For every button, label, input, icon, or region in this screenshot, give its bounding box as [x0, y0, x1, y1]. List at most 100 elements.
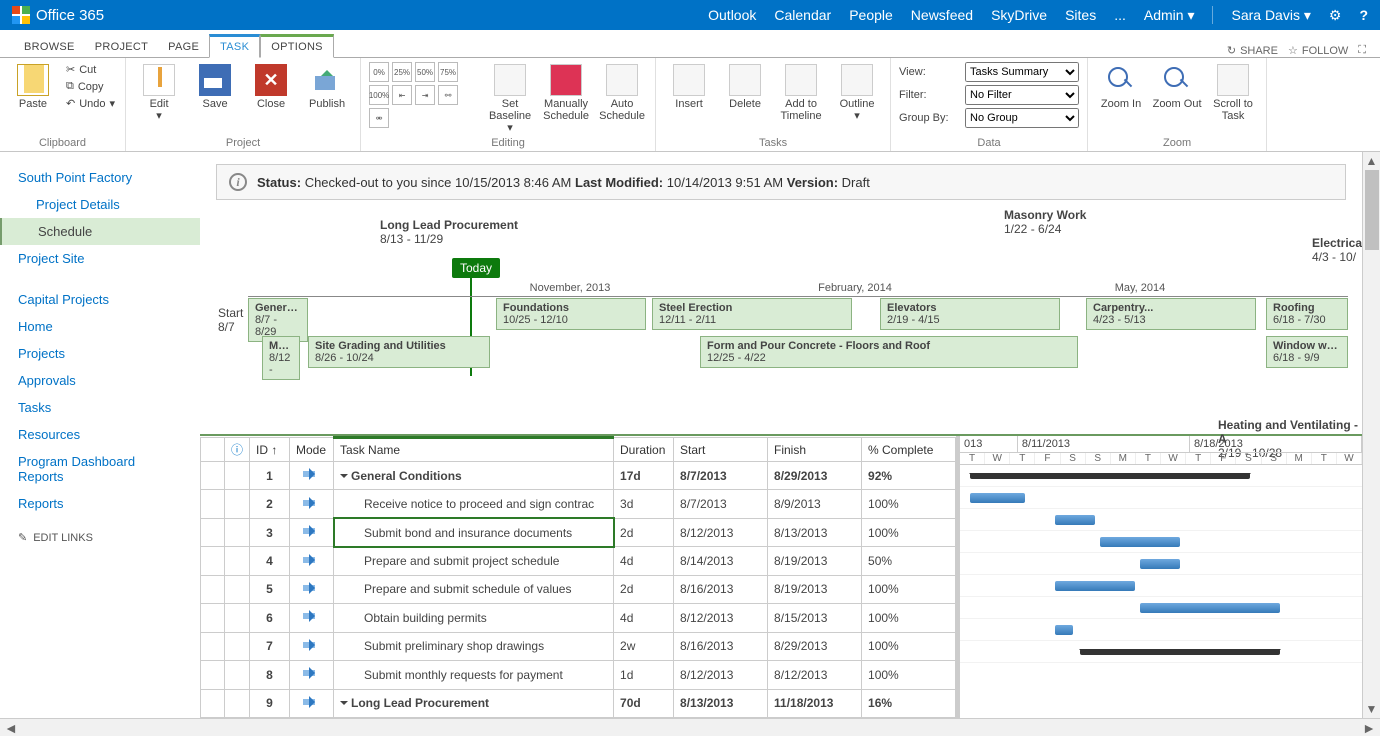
nav-capital-projects[interactable]: Capital Projects	[0, 286, 200, 313]
scroll-down-icon[interactable]: ▼	[1364, 700, 1380, 718]
pct-50[interactable]: 50%	[415, 62, 435, 82]
tab-project[interactable]: PROJECT	[85, 37, 158, 57]
gantt-bar[interactable]	[970, 493, 1025, 503]
edit-links-button[interactable]: ✎EDIT LINKS	[0, 517, 200, 558]
topbar-link-outlook[interactable]: Outlook	[708, 7, 756, 23]
scroll-right-icon[interactable]: ►	[1362, 720, 1376, 736]
pct-100[interactable]: 100%	[369, 85, 389, 105]
gear-icon[interactable]: ⚙	[1329, 7, 1342, 24]
col-start[interactable]: Start	[674, 438, 768, 462]
view-select[interactable]: Tasks Summary	[965, 62, 1079, 82]
scroll-thumb[interactable]	[1365, 170, 1379, 250]
nav-dashboard-reports[interactable]: Program Dashboard Reports	[0, 448, 200, 490]
table-row[interactable]: 4Prepare and submit project schedule4d8/…	[201, 547, 956, 575]
gantt-bar[interactable]	[1140, 603, 1280, 613]
col-id[interactable]: ID ↑	[250, 438, 290, 462]
nav-projects[interactable]: Projects	[0, 340, 200, 367]
topbar-link-newsfeed[interactable]: Newsfeed	[911, 7, 973, 23]
topbar-admin[interactable]: Admin ▾	[1144, 7, 1195, 24]
zoom-in-button[interactable]: Zoom In	[1096, 62, 1146, 110]
gantt-bar[interactable]	[1080, 649, 1280, 655]
scroll-left-icon[interactable]: ◄	[4, 720, 18, 736]
pct-25[interactable]: 25%	[392, 62, 412, 82]
indent-icon[interactable]: ⇥	[415, 85, 435, 105]
link-icon[interactable]: ⚯	[438, 85, 458, 105]
copy-button[interactable]: ⧉Copy	[64, 79, 117, 94]
nav-project-details[interactable]: Project Details	[0, 191, 200, 218]
table-row[interactable]: 3Submit bond and insurance documents2d8/…	[201, 518, 956, 546]
table-row[interactable]: 5Prepare and submit schedule of values2d…	[201, 575, 956, 603]
gantt-bar[interactable]	[1140, 559, 1180, 569]
topbar-link-people[interactable]: People	[849, 7, 893, 23]
fullscreen-icon[interactable]: ⛶	[1358, 44, 1366, 57]
table-row[interactable]: 7Submit preliminary shop drawings2w8/16/…	[201, 632, 956, 660]
scroll-up-icon[interactable]: ▲	[1364, 152, 1380, 170]
topbar-link-skydrive[interactable]: SkyDrive	[991, 7, 1047, 23]
col-task-name[interactable]: Task Name	[334, 438, 614, 462]
topbar-link-sites[interactable]: Sites	[1065, 7, 1096, 23]
timeline[interactable]: Long Lead Procurement8/13 - 11/29 Masonr…	[200, 218, 1362, 428]
tab-page[interactable]: PAGE	[158, 37, 209, 57]
save-button[interactable]: Save	[190, 62, 240, 110]
table-row[interactable]: 2Receive notice to proceed and sign cont…	[201, 490, 956, 518]
tab-browse[interactable]: BROWSE	[14, 37, 85, 57]
close-button[interactable]: ✕Close	[246, 62, 296, 110]
gantt-bar[interactable]	[970, 473, 1250, 479]
groupby-select[interactable]: No Group	[965, 108, 1079, 128]
manually-schedule-button[interactable]: Manually Schedule	[541, 62, 591, 122]
scroll-to-task-button[interactable]: Scroll to Task	[1208, 62, 1258, 122]
delete-button[interactable]: Delete	[720, 62, 770, 110]
publish-button[interactable]: Publish	[302, 62, 352, 110]
filter-select[interactable]: No Filter	[965, 85, 1079, 105]
cut-button[interactable]: ✂Cut	[64, 62, 117, 77]
auto-schedule-button[interactable]: Auto Schedule	[597, 62, 647, 122]
table-row[interactable]: 8Submit monthly requests for payment1d8/…	[201, 661, 956, 689]
brand-label: Office 365	[36, 7, 104, 24]
unlink-icon[interactable]: ⚮	[369, 108, 389, 128]
tab-task[interactable]: TASK	[209, 34, 260, 58]
table-row[interactable]: 6Obtain building permits4d8/12/20138/15/…	[201, 604, 956, 632]
table-row[interactable]: 1General Conditions17d8/7/20138/29/20139…	[201, 462, 956, 490]
add-timeline-button[interactable]: Add to Timeline	[776, 62, 826, 122]
timeline-icon	[785, 64, 817, 96]
outdent-icon[interactable]: ⇤	[392, 85, 412, 105]
zoom-out-button[interactable]: Zoom Out	[1152, 62, 1202, 110]
col-pct[interactable]: % Complete	[862, 438, 956, 462]
topbar-user[interactable]: Sara Davis ▾	[1231, 7, 1310, 24]
paste-button[interactable]: Paste	[8, 62, 58, 110]
nav-reports[interactable]: Reports	[0, 490, 200, 517]
col-mode[interactable]: Mode	[290, 438, 334, 462]
follow-button[interactable]: ☆ FOLLOW	[1288, 44, 1348, 57]
col-finish[interactable]: Finish	[768, 438, 862, 462]
tab-options[interactable]: OPTIONS	[260, 34, 334, 58]
nav-resources[interactable]: Resources	[0, 421, 200, 448]
gantt-bar[interactable]	[1055, 625, 1073, 635]
insert-button[interactable]: Insert	[664, 62, 714, 110]
help-icon[interactable]: ?	[1359, 7, 1368, 23]
nav-schedule[interactable]: Schedule	[0, 218, 200, 245]
outline-button[interactable]: Outline▾	[832, 62, 882, 122]
nav-project-site[interactable]: Project Site	[0, 245, 200, 272]
vertical-scrollbar[interactable]: ▲ ▼	[1362, 152, 1380, 718]
edit-button[interactable]: Edit▾	[134, 62, 184, 122]
pct-0[interactable]: 0%	[369, 62, 389, 82]
gantt-bar[interactable]	[1100, 537, 1180, 547]
gantt-bar[interactable]	[1055, 581, 1135, 591]
horizontal-scrollbar[interactable]: ◄ ►	[0, 718, 1380, 736]
topbar-more-icon[interactable]: ...	[1114, 7, 1126, 23]
gantt-chart[interactable]: 013 8/11/2013 8/18/2013 TWTFSSMTWTFSSMTW	[956, 436, 1362, 718]
undo-button[interactable]: ↶Undo ▾	[64, 96, 117, 111]
set-baseline-button[interactable]: Set Baseline ▾	[485, 62, 535, 134]
nav-home[interactable]: Home	[0, 313, 200, 340]
col-info[interactable]: ⓘ	[225, 438, 250, 462]
gantt-bar[interactable]	[1055, 515, 1095, 525]
table-row[interactable]: 9Long Lead Procurement70d8/13/201311/18/…	[201, 689, 956, 718]
col-duration[interactable]: Duration	[614, 438, 674, 462]
share-button[interactable]: ↻ SHARE	[1227, 44, 1278, 57]
pct-75[interactable]: 75%	[438, 62, 458, 82]
topbar-link-calendar[interactable]: Calendar	[774, 7, 831, 23]
nav-approvals[interactable]: Approvals	[0, 367, 200, 394]
task-grid[interactable]: ⓘ ID ↑ Mode Task Name Duration Start Fin…	[200, 436, 956, 718]
nav-tasks[interactable]: Tasks	[0, 394, 200, 421]
nav-south-point[interactable]: South Point Factory	[0, 164, 200, 191]
